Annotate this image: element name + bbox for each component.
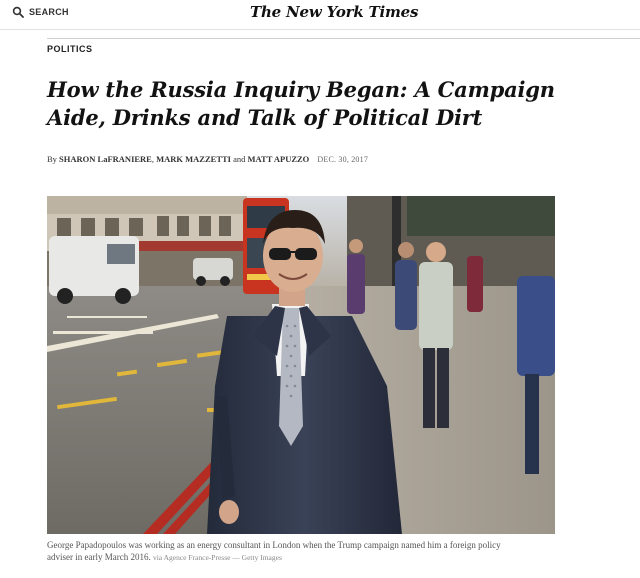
photo-caption: George Papadopoulos was working as an en…	[47, 539, 517, 564]
article-photo	[47, 196, 555, 534]
section-label[interactable]: POLITICS	[47, 44, 93, 54]
byline-prefix: By	[47, 154, 57, 164]
search-label: SEARCH	[29, 7, 69, 17]
byline-separator: ,	[151, 154, 154, 164]
byline-and: and	[233, 154, 246, 164]
photo-credit: via Agence France-Presse — Getty Images	[152, 553, 282, 562]
author-link[interactable]: SHARON LaFRANIERE	[59, 154, 152, 164]
search-button[interactable]: SEARCH	[12, 6, 69, 18]
search-icon	[12, 6, 24, 18]
author-link[interactable]: MATT APUZZO	[248, 154, 310, 164]
top-bar: SEARCH The New York Times	[0, 0, 640, 30]
section-divider	[47, 38, 640, 39]
byline: By SHARON LaFRANIERE, MARK MAZZETTI and …	[47, 154, 368, 164]
nyt-logo[interactable]: The New York Times	[250, 3, 450, 21]
publish-date: DEC. 30, 2017	[317, 155, 369, 164]
author-link[interactable]: MARK MAZZETTI	[156, 154, 231, 164]
article-headline: How the Russia Inquiry Began: A Campaign…	[47, 77, 555, 130]
street-photo	[47, 196, 555, 534]
